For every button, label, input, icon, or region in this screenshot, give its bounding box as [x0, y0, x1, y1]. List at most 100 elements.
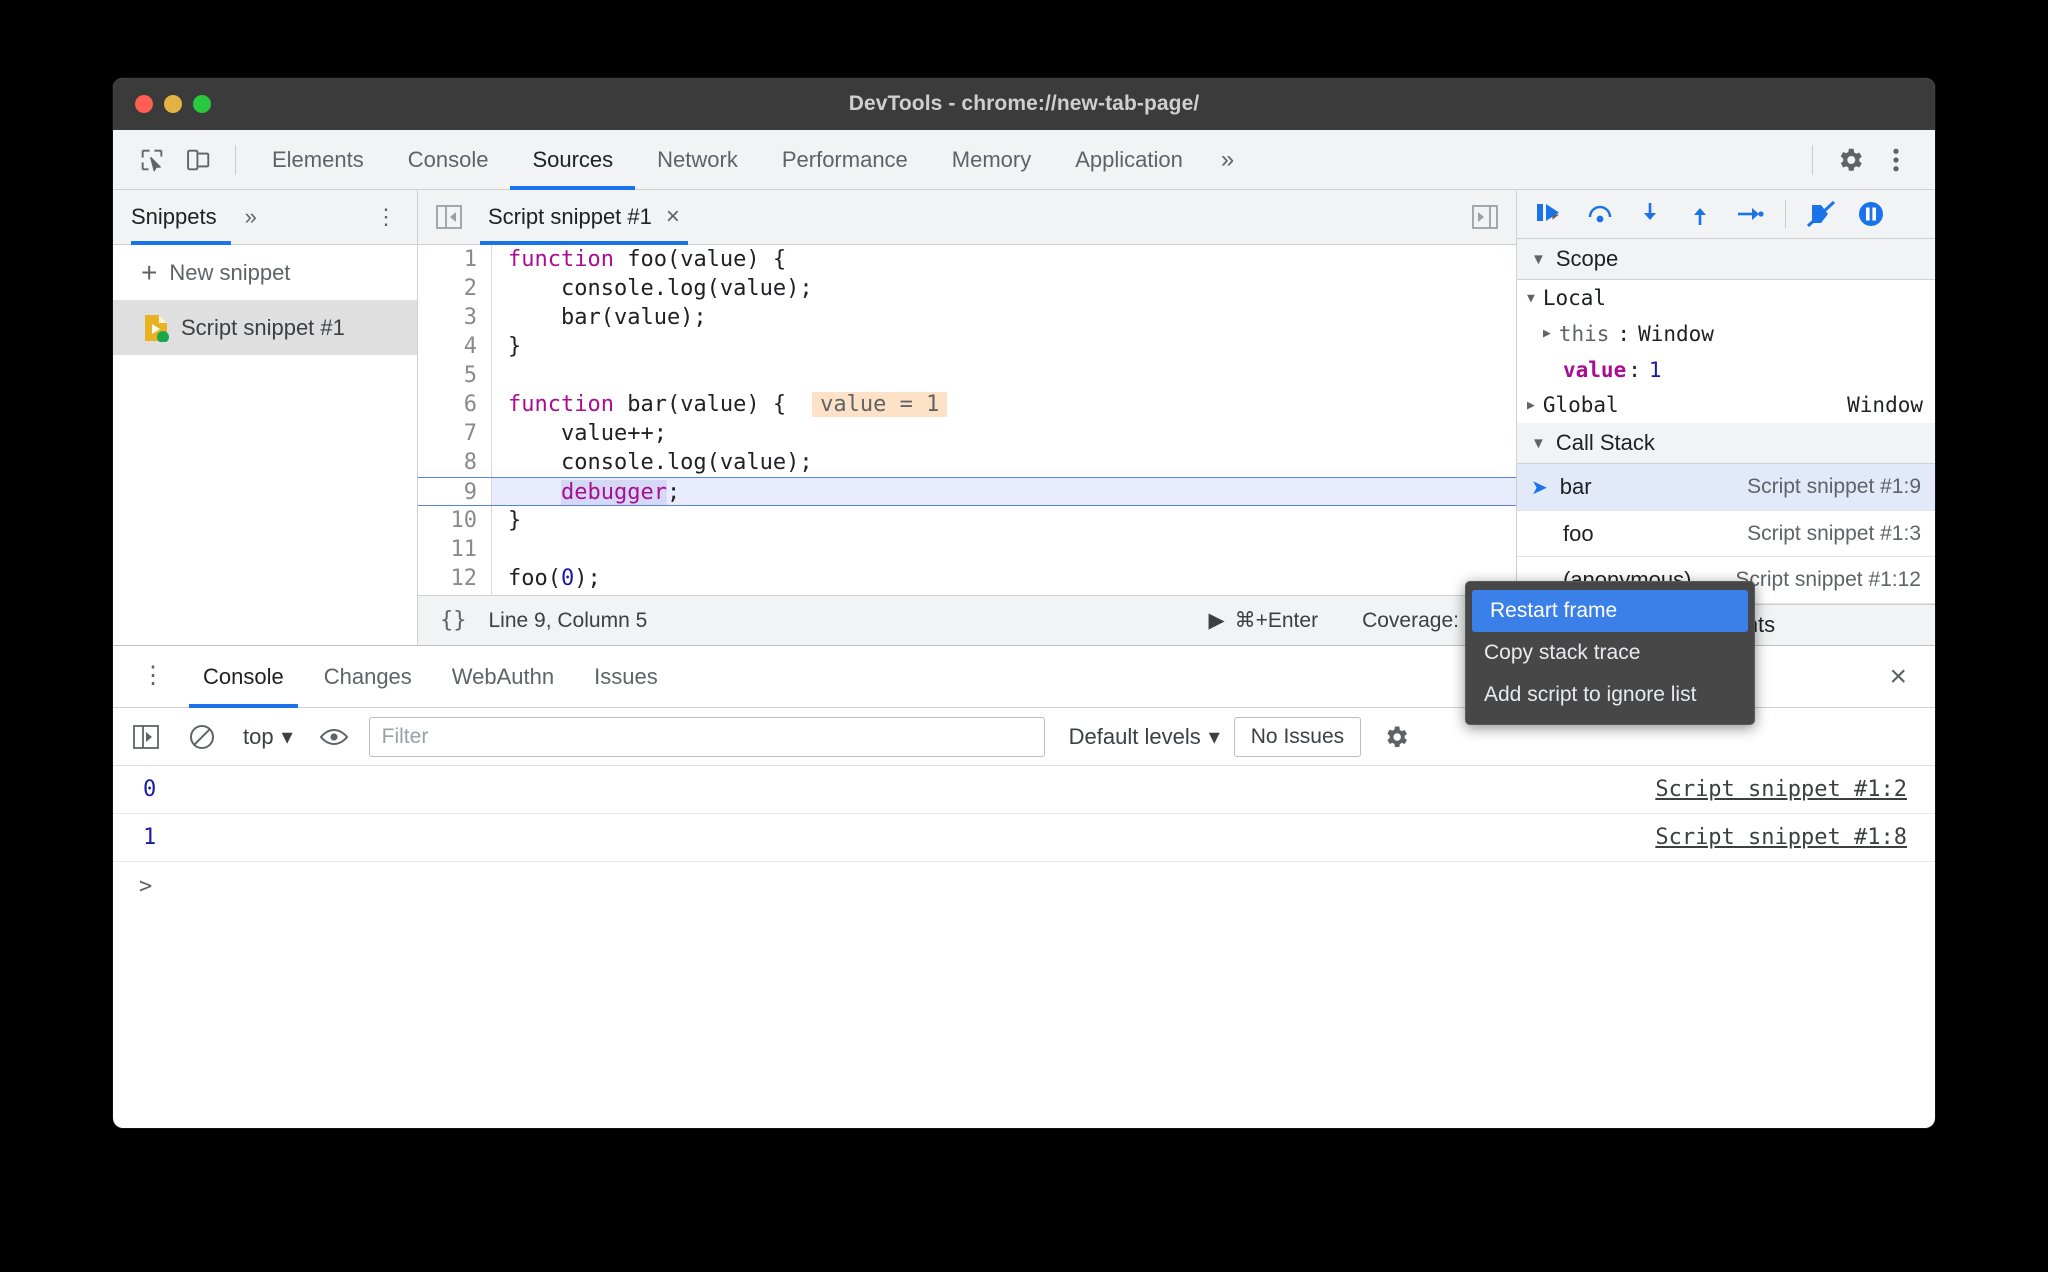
tab-network[interactable]: Network: [635, 130, 760, 190]
list-item[interactable]: Script snippet #1: [113, 301, 417, 355]
gear-icon[interactable]: [1827, 137, 1873, 183]
console-message[interactable]: 1 Script snippet #1:8: [113, 814, 1935, 862]
line-number[interactable]: 2: [418, 274, 492, 303]
inspect-element-icon[interactable]: [129, 137, 175, 183]
scope-section-header[interactable]: ▼ Scope: [1517, 239, 1935, 281]
close-window-button[interactable]: [135, 95, 153, 113]
code-line[interactable]: 10}: [418, 506, 1516, 535]
menu-item-restart-frame[interactable]: Restart frame: [1472, 590, 1748, 632]
line-content[interactable]: }: [492, 506, 521, 535]
tab-application[interactable]: Application: [1053, 130, 1205, 190]
console-sidebar-icon[interactable]: [125, 716, 167, 758]
code-line[interactable]: 3 bar(value);: [418, 303, 1516, 332]
line-number[interactable]: 10: [418, 506, 492, 535]
code-line[interactable]: 9 debugger;: [418, 477, 1516, 506]
call-stack-frame-bar[interactable]: ➤ bar Script snippet #1:9: [1517, 464, 1935, 511]
console-message[interactable]: 0 Script snippet #1:2: [113, 766, 1935, 814]
code-line[interactable]: 4}: [418, 332, 1516, 361]
navigator-menu-icon[interactable]: ⋮: [375, 206, 417, 229]
line-number[interactable]: 5: [418, 361, 492, 390]
line-content[interactable]: foo(0);: [492, 564, 601, 593]
tab-elements[interactable]: Elements: [250, 130, 386, 190]
line-number[interactable]: 3: [418, 303, 492, 332]
tab-console[interactable]: Console: [386, 130, 511, 190]
line-content[interactable]: [492, 593, 508, 595]
more-tabs-icon[interactable]: »: [1205, 146, 1250, 174]
line-number[interactable]: 13: [418, 593, 492, 595]
line-content[interactable]: function foo(value) {: [492, 245, 786, 274]
close-drawer-icon[interactable]: ×: [1889, 660, 1935, 694]
code-line[interactable]: 11: [418, 535, 1516, 564]
pretty-print-icon[interactable]: {}: [440, 608, 467, 633]
drawer-tab-changes[interactable]: Changes: [304, 646, 432, 708]
window-controls[interactable]: [135, 95, 211, 113]
chevron-right-icon[interactable]: ▶: [1543, 326, 1551, 341]
line-content[interactable]: console.log(value);: [492, 274, 813, 303]
code-line[interactable]: 7 value++;: [418, 419, 1516, 448]
step-into-button[interactable]: [1627, 191, 1673, 237]
resume-button[interactable]: [1527, 191, 1573, 237]
line-number[interactable]: 12: [418, 564, 492, 593]
line-content[interactable]: [492, 535, 508, 564]
code-line[interactable]: 8 console.log(value);: [418, 448, 1516, 477]
menu-item-copy-stack-trace[interactable]: Copy stack trace: [1466, 632, 1754, 674]
line-number[interactable]: 7: [418, 419, 492, 448]
tab-performance[interactable]: Performance: [760, 130, 930, 190]
console-prompt[interactable]: >: [113, 862, 1935, 899]
scope-row-this[interactable]: ▶ this : Window: [1517, 316, 1935, 352]
call-stack-section-header[interactable]: ▼ Call Stack: [1517, 423, 1935, 465]
deactivate-breakpoints-button[interactable]: [1798, 191, 1844, 237]
menu-item-add-script-to-ignore-list[interactable]: Add script to ignore list: [1466, 674, 1754, 716]
drawer-tab-console[interactable]: Console: [183, 646, 304, 708]
console-context-selector[interactable]: top ▾: [237, 724, 299, 750]
context-menu[interactable]: Restart frame Copy stack trace Add scrip…: [1465, 581, 1755, 725]
code-line[interactable]: 5: [418, 361, 1516, 390]
code-line[interactable]: 6 function bar(value) {value = 1: [418, 390, 1516, 419]
line-content[interactable]: [492, 361, 508, 390]
console-message-source[interactable]: Script snippet #1:2: [1655, 777, 1935, 802]
scope-group-local[interactable]: ▼ Local: [1517, 280, 1935, 316]
kebab-menu-icon[interactable]: [1873, 137, 1919, 183]
drawer-menu-icon[interactable]: ⋮: [123, 664, 183, 688]
live-expression-icon[interactable]: [313, 716, 355, 758]
log-levels-selector[interactable]: Default levels ▾: [1059, 724, 1220, 750]
new-snippet-button[interactable]: + New snippet: [113, 245, 417, 301]
show-debugger-icon[interactable]: [1462, 194, 1508, 240]
step-out-button[interactable]: [1677, 191, 1723, 237]
scope-group-global[interactable]: ▶ Global Window: [1517, 387, 1935, 423]
line-content[interactable]: debugger;: [492, 478, 680, 505]
drawer-tab-issues[interactable]: Issues: [574, 646, 678, 708]
line-content[interactable]: function bar(value) {value = 1: [492, 390, 948, 419]
line-content[interactable]: value++;: [492, 419, 667, 448]
navigator-more-icon[interactable]: »: [231, 204, 271, 230]
tab-sources[interactable]: Sources: [510, 130, 635, 190]
step-over-button[interactable]: [1577, 191, 1623, 237]
minimize-window-button[interactable]: [164, 95, 182, 113]
show-navigator-icon[interactable]: [426, 194, 472, 240]
editor-tab-script-snippet[interactable]: Script snippet #1 ×: [472, 190, 696, 245]
call-stack-frame-foo[interactable]: foo Script snippet #1:3: [1517, 511, 1935, 558]
line-content[interactable]: bar(value);: [492, 303, 707, 332]
line-number[interactable]: 8: [418, 448, 492, 477]
line-number[interactable]: 4: [418, 332, 492, 361]
navigator-tab-snippets[interactable]: Snippets: [131, 190, 231, 245]
scope-row-value[interactable]: value : 1: [1517, 352, 1935, 388]
line-number[interactable]: 11: [418, 535, 492, 564]
code-line[interactable]: 1 function foo(value) {: [418, 245, 1516, 274]
code-editor[interactable]: 1 function foo(value) {2 console.log(valu…: [418, 245, 1516, 595]
search-input[interactable]: Filter: [368, 716, 1045, 757]
drawer-tab-webauthn[interactable]: WebAuthn: [432, 646, 574, 708]
line-content[interactable]: }: [492, 332, 521, 361]
chevron-right-icon[interactable]: ▶: [1527, 398, 1535, 413]
gear-icon[interactable]: [1375, 716, 1417, 758]
line-number[interactable]: 1: [418, 245, 492, 274]
step-button[interactable]: [1727, 191, 1773, 237]
console-message-source[interactable]: Script snippet #1:8: [1655, 825, 1935, 850]
pause-on-exceptions-button[interactable]: [1848, 191, 1894, 237]
zoom-window-button[interactable]: [193, 95, 211, 113]
line-number[interactable]: 6: [418, 390, 492, 419]
issues-button[interactable]: No Issues: [1233, 716, 1362, 757]
code-line[interactable]: 13: [418, 593, 1516, 595]
run-snippet-hint[interactable]: ▶ ⌘+Enter: [1208, 608, 1318, 633]
clear-console-icon[interactable]: [181, 716, 223, 758]
